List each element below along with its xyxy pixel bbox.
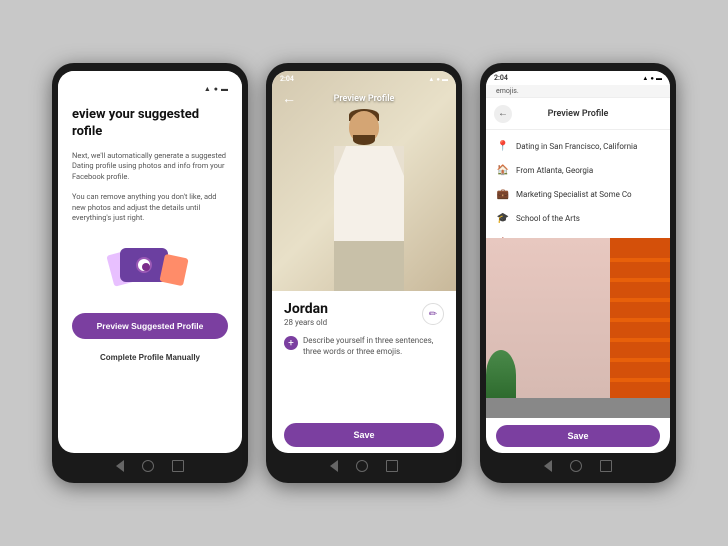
list-item: 💼 Marketing Specialist at Some Co: [486, 182, 670, 206]
profile-name: Jordan: [284, 301, 328, 317]
man-lapel-right: [382, 146, 404, 176]
list-item: 🏫 Lincoln High School: [486, 230, 670, 238]
staircase-bg: [610, 238, 670, 418]
recents-nav-button[interactable]: [386, 460, 398, 472]
phone-1: ▲ ● ▬ eview your suggested rofile Next, …: [52, 63, 248, 483]
battery-icon: ▬: [221, 85, 228, 93]
phone1-nav-bar: [58, 453, 242, 475]
home-nav-button[interactable]: [570, 460, 582, 472]
status-bar-phone2: 2:04 ▲ ● ▬: [272, 71, 456, 87]
list-item: 🎓 School of the Arts: [486, 206, 670, 230]
profile-age: 28 years old: [284, 318, 328, 327]
profile-preview-header-phone3: ← Preview Profile: [486, 98, 670, 130]
phone-2: 2:04 ▲ ● ▬ ← Preview Profile: [266, 63, 462, 483]
profile-preview-header-phone2: ← Preview Profile: [272, 85, 456, 113]
time-display: 2:04: [280, 75, 294, 83]
signal-icons: ▲ ● ▬: [428, 76, 448, 83]
signal-icons-phone3: ▲ ● ▬: [642, 75, 662, 82]
signal-icon: ▲: [428, 76, 434, 83]
battery-icon: ▬: [442, 76, 448, 83]
stair-6: [610, 358, 670, 362]
profile-photo-2-phone3: [486, 238, 670, 418]
screen1-body1: Next, we'll automatically generate a sug…: [72, 151, 228, 183]
camera-lens-inner: [142, 263, 150, 271]
recents-nav-button[interactable]: [600, 460, 612, 472]
stair-7: [610, 378, 670, 382]
location-icon: 📍: [496, 139, 510, 153]
school-arts: School of the Arts: [516, 214, 580, 223]
home-nav-button[interactable]: [356, 460, 368, 472]
profile-info-card: Jordan 28 years old ✏ + Describe yoursel…: [272, 291, 456, 453]
dating-location: Dating in San Francisco, California: [516, 142, 637, 151]
wifi-icon: ●: [436, 76, 440, 83]
complete-profile-manually-button[interactable]: Complete Profile Manually: [72, 353, 228, 362]
stair-2: [610, 278, 670, 282]
camera-illustration: [110, 238, 190, 293]
recents-nav-button[interactable]: [172, 460, 184, 472]
back-nav-button[interactable]: [330, 460, 338, 472]
profile-name-age-block: Jordan 28 years old: [284, 301, 328, 327]
screen1-body2: You can remove anything you don't like, …: [72, 192, 228, 224]
stair-4: [610, 318, 670, 322]
home-icon: 🏠: [496, 163, 510, 177]
plant: [486, 350, 516, 400]
emojis-tag: emojis.: [486, 85, 670, 98]
describe-placeholder-text: Describe yourself in three sentences, th…: [303, 335, 444, 357]
screen1-title: eview your suggested rofile: [72, 107, 228, 141]
hometown: From Atlanta, Georgia: [516, 166, 593, 175]
school-icon: 🎓: [496, 211, 510, 225]
preview-suggested-profile-button[interactable]: Preview Suggested Profile: [72, 313, 228, 339]
profile-photo-2: 2:04 ▲ ● ▬ ← Preview Profile: [272, 71, 456, 291]
battery-icon-p3: ▬: [656, 75, 662, 82]
list-item: 📍 Dating in San Francisco, California: [486, 134, 670, 158]
camera-lens: [136, 257, 152, 273]
job-title: Marketing Specialist at Some Co: [516, 190, 632, 199]
back-arrow-icon[interactable]: ←: [282, 91, 298, 107]
save-button-phone2[interactable]: Save: [284, 423, 444, 447]
phone2-nav-bar: [272, 453, 456, 475]
person-illustration: [309, 91, 419, 291]
header-title-phone3: Preview Profile: [512, 109, 644, 119]
back-button-phone3[interactable]: ←: [494, 105, 512, 123]
phone-3: 2:04 ▲ ● ▬ emojis. ← Preview Profile 📍 D…: [480, 63, 676, 483]
profile-name-row: Jordan 28 years old ✏: [284, 301, 444, 327]
ground: [486, 398, 670, 418]
signal-icon: ▲: [204, 85, 211, 93]
signal-icon-p3: ▲: [642, 75, 648, 82]
man-pants: [334, 241, 404, 291]
phone3-nav-bar: [486, 453, 670, 475]
wifi-icon: ●: [214, 85, 218, 93]
edit-profile-button[interactable]: ✏: [422, 303, 444, 325]
add-description-icon[interactable]: +: [284, 336, 298, 350]
describe-row[interactable]: + Describe yourself in three sentences, …: [284, 335, 444, 415]
save-button-phone3[interactable]: Save: [496, 425, 660, 447]
job-icon: 💼: [496, 187, 510, 201]
time-display-phone3: 2:04: [494, 74, 508, 82]
wifi-icon-p3: ●: [650, 75, 654, 82]
status-bar-phone1: ▲ ● ▬: [72, 85, 228, 93]
back-nav-button[interactable]: [544, 460, 552, 472]
home-nav-button[interactable]: [142, 460, 154, 472]
man-beard: [353, 135, 375, 145]
stair-1: [610, 258, 670, 262]
back-nav-button[interactable]: [116, 460, 124, 472]
status-bar-phone3: 2:04 ▲ ● ▬: [486, 71, 670, 85]
header-title-phone2: Preview Profile: [298, 94, 430, 104]
photo-card-right: [159, 254, 188, 286]
building-bg: [486, 238, 670, 418]
stair-5: [610, 338, 670, 342]
profile-details-list: 📍 Dating in San Francisco, California 🏠 …: [486, 130, 670, 238]
man-lapel-left: [334, 146, 356, 176]
stair-3: [610, 298, 670, 302]
list-item: 🏠 From Atlanta, Georgia: [486, 158, 670, 182]
save-row-phone3: Save: [486, 418, 670, 453]
